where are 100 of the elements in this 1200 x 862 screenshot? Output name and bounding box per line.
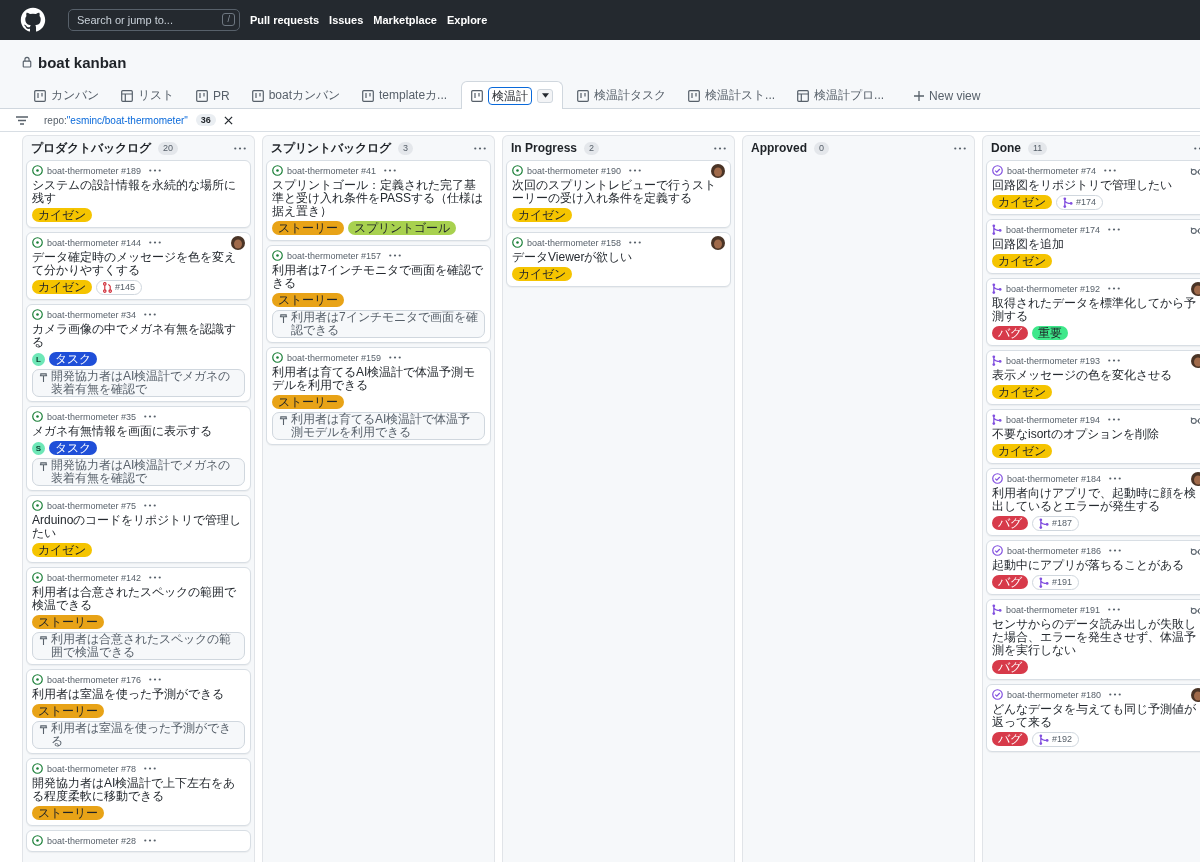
issue-card[interactable]: boat-thermometer #158 データViewerが欲しい カイゼン [506, 232, 731, 287]
label-tag[interactable]: カイゼン [992, 254, 1052, 268]
issue-title[interactable]: 不要なisortのオプションを削除 [992, 428, 1200, 441]
issue-card[interactable]: boat-thermometer #190 次回のスプリントレビューで行うストーリーの受け入れ条件を定義する カイゼン [506, 160, 731, 228]
issue-card[interactable]: boat-thermometer #75 Arduinoのコードをリポジトリで管理したい カイゼン [26, 495, 251, 563]
new-view-button[interactable]: New view [906, 82, 989, 108]
label-tag[interactable]: カイゼン [512, 208, 572, 222]
issue-reference[interactable]: boat-thermometer #192 [1006, 283, 1101, 294]
view-tab[interactable]: templateカ... [354, 82, 456, 108]
issue-title[interactable]: カメラ画像の中でメガネ有無を認識する [32, 323, 245, 349]
label-tag[interactable]: ストーリー [272, 221, 344, 235]
more-icon[interactable] [629, 241, 642, 244]
issue-title[interactable]: データViewerが欲しい [512, 251, 725, 264]
avatar-icon[interactable] [711, 163, 725, 178]
more-icon[interactable] [144, 415, 157, 418]
issue-card[interactable]: boat-thermometer #34 カメラ画像の中でメガネ有無を認識する L タスク 開発協力者はAI検温計でメガネの装着有無を確認で [26, 304, 251, 402]
nav-link[interactable]: Marketplace [373, 14, 437, 26]
issue-title[interactable]: 回路図をリポジトリで管理したい [992, 179, 1200, 192]
issue-title[interactable]: メガネ有無情報を画面に表示する [32, 425, 245, 438]
issue-reference[interactable]: boat-thermometer #41 [287, 165, 377, 176]
close-icon[interactable] [223, 115, 233, 125]
issue-reference[interactable]: boat-thermometer #194 [1006, 414, 1101, 425]
label-tag[interactable]: カイゼン [32, 208, 92, 222]
issue-card[interactable]: boat-thermometer #41 スプリントゴール：定義された完了基準と受け入れ条件をPASSする（仕様は据え置き） ストーリー スプリントゴール [266, 160, 491, 241]
issue-card[interactable]: boat-thermometer #174 回路図を追加 カイゼン [986, 219, 1200, 274]
issue-title[interactable]: センサからのデータ読み出しが失敗した場合、エラーを発生させず、体温予測を実行しない [992, 618, 1200, 657]
linked-pull-request[interactable]: #187 [1032, 515, 1080, 531]
issue-title[interactable]: どんなデータを与えても同じ予測値が返って来る [992, 703, 1200, 729]
issue-card[interactable]: boat-thermometer #35 メガネ有無情報を画面に表示する S タスク 開発協力者はAI検温計でメガネの装着有無を確認で [26, 406, 251, 491]
tracked-by-chip[interactable]: 開発協力者はAI検温計でメガネの装着有無を確認で [32, 369, 245, 397]
more-icon[interactable] [144, 504, 157, 507]
issue-reference[interactable]: boat-thermometer #28 [47, 835, 137, 846]
filter-query[interactable]: repo:"esminc/boat-thermometer" [44, 114, 188, 126]
more-icon[interactable] [1104, 169, 1117, 172]
tracked-by-chip[interactable]: 利用者は室温を使った予測ができる [32, 721, 245, 749]
issue-reference[interactable]: boat-thermometer #35 [47, 411, 137, 422]
more-icon[interactable] [1108, 359, 1121, 362]
more-icon[interactable] [1108, 287, 1121, 290]
issue-title[interactable]: Arduinoのコードをリポジトリで管理したい [32, 514, 245, 540]
column-menu-icon[interactable] [954, 146, 966, 150]
view-tab[interactable]: 検温計タスク [569, 82, 675, 108]
view-name-field[interactable]: 検温計 [488, 86, 533, 105]
issue-card[interactable]: boat-thermometer #28 [26, 830, 251, 852]
issue-card[interactable]: boat-thermometer #193 表示メッセージの色を変化させる カイゼン [986, 350, 1200, 405]
label-tag[interactable]: タスク [49, 352, 97, 366]
more-icon[interactable] [384, 169, 397, 172]
tracked-by-chip[interactable]: 利用者は7インチモニタで画面を確認できる [272, 310, 485, 338]
issue-title[interactable]: 起動中にアプリが落ちることがある [992, 559, 1200, 572]
issue-title[interactable]: 利用者は合意されたスペックの範囲で検温できる [32, 586, 245, 612]
issue-reference[interactable]: boat-thermometer #176 [47, 674, 142, 685]
label-tag[interactable]: バグ [992, 732, 1028, 746]
avatar-icon[interactable] [231, 235, 245, 250]
issue-card[interactable]: boat-thermometer #142 利用者は合意されたスペックの範囲で検温できる ストーリー 利用者は合意されたスペックの範囲で検温できる [26, 567, 251, 665]
more-icon[interactable] [389, 356, 402, 359]
issue-card[interactable]: boat-thermometer #192 取得されたデータを標準化してから予測する バグ 重要 [986, 278, 1200, 346]
issue-reference[interactable]: boat-thermometer #190 [527, 165, 622, 176]
label-tag[interactable]: カイゼン [992, 385, 1052, 399]
issue-card[interactable]: boat-thermometer #78 開発協力者はAI検温計で上下左右をある程度柔軟に移動できる ストーリー [26, 758, 251, 826]
issue-title[interactable]: システムの設計情報を永続的な場所に残す [32, 179, 245, 205]
tracked-by-chip[interactable]: 利用者は育てるAI検温計で体温予測モデルを利用できる [272, 412, 485, 440]
label-tag[interactable]: ストーリー [32, 806, 104, 820]
view-tab[interactable]: カンバン [26, 82, 107, 108]
issue-reference[interactable]: boat-thermometer #189 [47, 165, 142, 176]
column-menu-icon[interactable] [234, 146, 246, 150]
more-icon[interactable] [149, 576, 162, 579]
more-icon[interactable] [1108, 228, 1121, 231]
more-icon[interactable] [1109, 549, 1122, 552]
issue-title[interactable]: 次回のスプリントレビューで行うストーリーの受け入れ条件を定義する [512, 179, 725, 205]
more-icon[interactable] [149, 241, 162, 244]
issue-reference[interactable]: boat-thermometer #158 [527, 237, 622, 248]
issue-reference[interactable]: boat-thermometer #184 [1007, 473, 1102, 484]
issue-card[interactable]: boat-thermometer #194 不要なisortのオプションを削除 カイゼン [986, 409, 1200, 464]
issue-title[interactable]: 利用者は育てるAI検温計で体温予測モデルを利用できる [272, 366, 485, 392]
linked-pull-request[interactable]: #191 [1032, 574, 1080, 590]
issue-card[interactable]: boat-thermometer #184 利用者向けアプリで、起動時に顔を検出しているとエラーが発生する バグ #187 [986, 468, 1200, 536]
label-tag[interactable]: カイゼン [992, 444, 1052, 458]
glasses-icon[interactable] [1190, 415, 1200, 424]
label-tag[interactable]: バグ [992, 660, 1028, 674]
label-tag[interactable]: ストーリー [272, 293, 344, 307]
label-tag[interactable]: ストーリー [32, 615, 104, 629]
issue-title[interactable]: 取得されたデータを標準化してから予測する [992, 297, 1200, 323]
label-tag[interactable]: カイゼン [32, 280, 92, 294]
issue-card[interactable]: boat-thermometer #144 データ確定時のメッセージを色を変えて分かりやすくする カイゼン #145 [26, 232, 251, 300]
view-tab[interactable]: 検温計スト... [680, 82, 784, 108]
view-tab[interactable]: リスト [113, 82, 182, 108]
issue-card[interactable]: boat-thermometer #74 回路図をリポジトリで管理したい カイゼン #174 [986, 160, 1200, 215]
more-icon[interactable] [1108, 418, 1121, 421]
label-tag[interactable]: タスク [49, 441, 97, 455]
view-tab[interactable]: PR [188, 82, 238, 108]
label-tag[interactable]: バグ [992, 516, 1028, 530]
label-tag[interactable]: バグ [992, 326, 1028, 340]
issue-reference[interactable]: boat-thermometer #186 [1007, 545, 1102, 556]
glasses-icon[interactable] [1190, 225, 1200, 234]
issue-card[interactable]: boat-thermometer #159 利用者は育てるAI検温計で体温予測モデルを利用できる ストーリー 利用者は育てるAI検温計で体温予測モデルを利用できる [266, 347, 491, 445]
issue-card[interactable]: boat-thermometer #191 センサからのデータ読み出しが失敗した場合、エラーを発生させず、体温予測を実行しない バグ [986, 599, 1200, 680]
linked-pull-request[interactable]: #145 [96, 279, 143, 295]
issue-reference[interactable]: boat-thermometer #142 [47, 572, 142, 583]
avatar-initial[interactable]: L [32, 352, 45, 366]
more-icon[interactable] [149, 169, 162, 172]
view-options-button[interactable] [537, 88, 554, 103]
